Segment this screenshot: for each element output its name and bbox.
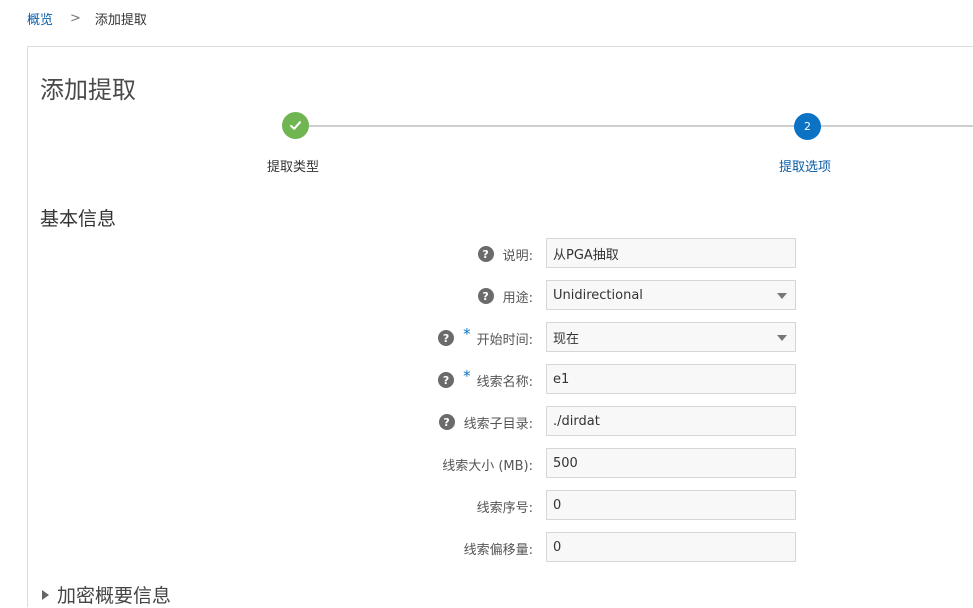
purpose-selected-value: Unidirectional bbox=[553, 287, 643, 303]
help-icon[interactable]: ? bbox=[438, 330, 455, 346]
trail-size-input[interactable] bbox=[546, 448, 796, 478]
trail-subdir-label: 线索子目录: bbox=[463, 416, 533, 432]
form-row-trail-offset: 线索偏移量: bbox=[0, 532, 973, 564]
page-title: 添加提取 bbox=[40, 76, 136, 104]
trail-name-input[interactable] bbox=[546, 364, 796, 394]
expand-triangle-icon bbox=[42, 589, 49, 600]
trail-offset-label-group: 线索偏移量: bbox=[464, 532, 533, 564]
purpose-label-group: ? 用途: bbox=[477, 280, 533, 312]
form-row-trail-seq: 线索序号: bbox=[0, 490, 973, 522]
trail-size-label-group: 线索大小 (MB): bbox=[442, 448, 533, 480]
purpose-select[interactable]: Unidirectional bbox=[546, 280, 796, 310]
check-icon bbox=[290, 121, 301, 130]
train-connector-line bbox=[295, 125, 973, 127]
form-row-trail-name: ? * 线索名称: bbox=[0, 364, 973, 396]
start-time-select[interactable]: 现在 bbox=[546, 322, 796, 352]
train-step-2-label[interactable]: 提取选项 bbox=[779, 156, 831, 175]
breadcrumb-separator: > bbox=[70, 11, 81, 26]
description-label: 说明: bbox=[502, 248, 533, 264]
required-mark: * bbox=[463, 367, 471, 385]
trail-seq-label-group: 线索序号: bbox=[477, 490, 533, 522]
trail-seq-input[interactable] bbox=[546, 490, 796, 520]
help-icon[interactable]: ? bbox=[477, 246, 494, 262]
trail-name-label-group: ? * 线索名称: bbox=[438, 364, 533, 396]
trail-offset-label: 线索偏移量: bbox=[463, 542, 533, 558]
breadcrumb: 概览 > 添加提取 bbox=[27, 9, 147, 28]
trail-seq-label: 线索序号: bbox=[476, 500, 533, 516]
trail-subdir-input[interactable] bbox=[546, 406, 796, 436]
chevron-down-icon bbox=[777, 335, 787, 341]
form-row-start-time: ? * 开始时间: 现在 bbox=[0, 322, 973, 354]
trail-size-label: 线索大小 (MB): bbox=[442, 458, 533, 474]
form-row-trail-size: 线索大小 (MB): bbox=[0, 448, 973, 480]
form-row-description: ? 说明: bbox=[0, 238, 973, 270]
train-step-1-label[interactable]: 提取类型 bbox=[267, 156, 319, 175]
start-time-label-group: ? * 开始时间: bbox=[438, 322, 533, 354]
trail-name-label: 线索名称: bbox=[476, 374, 533, 390]
breadcrumb-current: 添加提取 bbox=[94, 13, 147, 28]
section-title-basic-info: 基本信息 bbox=[40, 208, 117, 230]
description-label-group: ? 说明: bbox=[477, 238, 533, 270]
breadcrumb-overview-link[interactable]: 概览 bbox=[27, 9, 53, 28]
form-row-purpose: ? 用途: Unidirectional bbox=[0, 280, 973, 312]
description-input[interactable] bbox=[546, 238, 796, 268]
encryption-profile-label: 加密概要信息 bbox=[57, 585, 172, 607]
train-step-1[interactable] bbox=[282, 112, 309, 139]
required-mark: * bbox=[463, 325, 471, 343]
help-icon[interactable]: ? bbox=[438, 414, 455, 430]
trail-subdir-label-group: ? 线索子目录: bbox=[438, 406, 533, 438]
encryption-profile-toggle[interactable]: 加密概要信息 bbox=[42, 581, 171, 608]
start-time-label: 开始时间: bbox=[476, 332, 533, 348]
help-icon[interactable]: ? bbox=[477, 288, 494, 304]
trail-offset-input[interactable] bbox=[546, 532, 796, 562]
train-step-2[interactable]: 2 bbox=[794, 113, 821, 140]
start-time-selected-value: 现在 bbox=[553, 331, 580, 347]
help-icon[interactable]: ? bbox=[438, 372, 455, 388]
form-row-trail-subdir: ? 线索子目录: bbox=[0, 406, 973, 438]
chevron-down-icon bbox=[777, 293, 787, 299]
purpose-label: 用途: bbox=[502, 290, 533, 306]
